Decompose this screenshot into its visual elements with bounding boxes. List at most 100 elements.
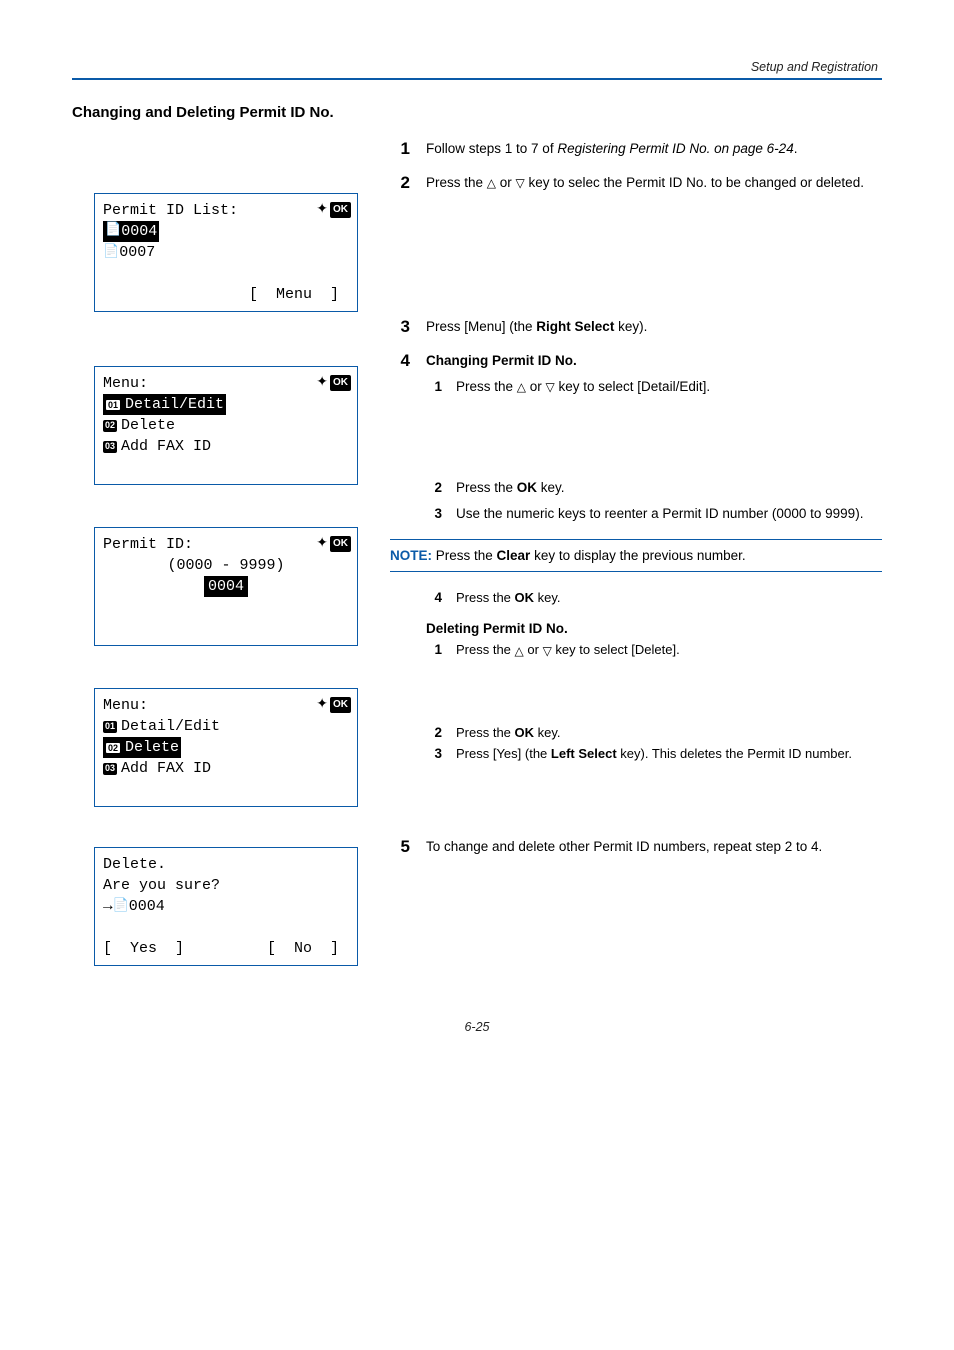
page-number: 6-25	[72, 1020, 882, 1034]
triangle-down-icon: ▽	[546, 381, 555, 393]
lcd5-no-softkey: [ No ]	[267, 938, 349, 960]
arrows-icon: ✦	[316, 200, 328, 220]
step-body: Press the △ or ▽ key to selec the Permit…	[426, 173, 882, 193]
note-b: key to display the previous number.	[530, 548, 745, 563]
lcd4-title: Menu:	[103, 695, 148, 717]
substep-number: 2	[426, 478, 442, 498]
step3-b: key).	[614, 319, 647, 334]
substep-body: Press the OK key.	[456, 478, 882, 498]
step1-ref: Registering Permit ID No. on page 6-24	[557, 141, 793, 156]
item-num: 02	[103, 420, 117, 432]
lcd5-line3-text: 0004	[129, 896, 165, 918]
step-body: Press [Menu] (the Right Select key).	[426, 317, 882, 337]
sub1-a: Press the	[456, 379, 517, 394]
sub2-bold: OK	[517, 480, 537, 495]
lcd2-item3-text: Add FAX ID	[121, 436, 211, 458]
lcd-menu-delete: ✦ OK Menu: 01 Detail/Edit 02Delete 03 Add …	[94, 688, 358, 807]
arrows-icon: ✦	[316, 373, 328, 393]
substep-number: 3	[426, 746, 442, 761]
lcd5-yes-softkey: [ Yes ]	[103, 938, 184, 960]
lcd2-item1: 01 Detail/Edit	[103, 394, 226, 416]
substep-number: 1	[426, 642, 442, 657]
nav-ok-icon: ✦ OK	[316, 373, 351, 393]
lcd4-item2: 02Delete	[103, 737, 181, 759]
step1-post: .	[794, 141, 798, 156]
lcd-permit-id-input: ✦ OK Permit ID: (0000 - 9999) 0004	[94, 527, 358, 646]
arrows-dotted-icon: ✦	[316, 534, 328, 554]
substep-4-3: 3 Use the numeric keys to reenter a Perm…	[426, 504, 882, 524]
note-block: NOTE: Press the Clear key to display the…	[390, 539, 882, 572]
lcd-delete-confirm: Delete. Are you sure? →📄0004 [ Yes ] [ N…	[94, 847, 358, 966]
lcd3-range: (0000 - 9999)	[167, 555, 284, 577]
substep-number: 4	[426, 590, 442, 605]
ok-badge: OK	[330, 202, 351, 219]
step-4: 4 Changing Permit ID No. 1 Press the △ o…	[390, 351, 882, 529]
delete-heading: Deleting Permit ID No.	[426, 621, 882, 636]
substep-body: Press the OK key.	[456, 725, 882, 740]
ok-badge: OK	[330, 536, 351, 553]
sub4-bold: OK	[515, 590, 535, 605]
item-num: 03	[103, 763, 117, 775]
lcd5-line2: Are you sure?	[103, 875, 220, 897]
step3-bold: Right Select	[536, 319, 614, 334]
substep-del-2: 2 Press the OK key.	[426, 725, 882, 740]
item-num: 01	[105, 399, 121, 411]
item-num: 03	[103, 441, 117, 453]
triangle-up-icon: △	[517, 381, 526, 393]
nav-ok-icon: ✦ OK	[316, 200, 351, 220]
note-label: NOTE:	[390, 548, 432, 563]
doc-icon: 📄	[103, 243, 119, 262]
lcd4-item3-text: Add FAX ID	[121, 758, 211, 780]
nav-ok-icon: ✦ OK	[316, 695, 351, 715]
lcd2-title: Menu:	[103, 373, 148, 395]
substep-4-4: 4 Press the OK key.	[426, 590, 882, 605]
triangle-up-icon: △	[487, 177, 496, 189]
page-header: Setup and Registration	[72, 60, 882, 80]
substep-body: Press the OK key.	[456, 590, 882, 605]
doc-icon: 📄	[105, 221, 121, 240]
header-rule	[72, 78, 882, 80]
note-bold: Clear	[497, 548, 531, 563]
sub2-a: Press the	[456, 480, 517, 495]
lcd4-item1-text: Detail/Edit	[121, 716, 220, 738]
right-column: 1 Follow steps 1 to 7 of Registering Per…	[390, 139, 882, 871]
item-num: 02	[105, 742, 121, 754]
item-num: 01	[103, 721, 117, 733]
step4-continued: 4 Press the OK key. Deleting Permit ID N…	[390, 590, 882, 761]
triangle-down-icon: ▽	[516, 177, 525, 189]
sub4-b: key.	[534, 590, 561, 605]
ok-badge: OK	[330, 697, 351, 714]
step-number: 3	[390, 317, 410, 337]
substep-body: Press [Yes] (the Left Select key). This …	[456, 746, 882, 761]
step-2: 2 Press the △ or ▽ key to selec the Perm…	[390, 173, 882, 193]
step-1: 1 Follow steps 1 to 7 of Registering Per…	[390, 139, 882, 159]
del1-c: key to select [Delete].	[552, 642, 680, 657]
lcd1-menu-softkey: [ Menu ]	[249, 284, 339, 306]
step5-text: To change and delete other Permit ID num…	[426, 839, 822, 854]
lcd1-highlight-row: 📄0004	[103, 221, 159, 243]
sub3-text: Use the numeric keys to reenter a Permit…	[456, 506, 863, 521]
substep-del-1: 1 Press the △ or ▽ key to select [Delete…	[426, 642, 882, 657]
del1-a: Press the	[456, 642, 515, 657]
step-body: To change and delete other Permit ID num…	[426, 837, 882, 857]
section-title: Changing and Deleting Permit ID No.	[72, 104, 882, 121]
substep-4-1: 1 Press the △ or ▽ key to select [Detail…	[426, 377, 882, 397]
substep-body: Press the △ or ▽ key to select [Delete].	[456, 642, 882, 657]
lcd5-line1: Delete.	[103, 854, 166, 876]
arrows-icon: ✦	[316, 695, 328, 715]
step2-b: or	[496, 175, 516, 190]
step2-c: key to selec the Permit ID No. to be cha…	[525, 175, 864, 190]
lcd1-row2-text: 0007	[119, 242, 155, 264]
del3-a: Press [Yes] (the	[456, 746, 551, 761]
sub2-b: key.	[537, 480, 565, 495]
step-5: 5 To change and delete other Permit ID n…	[390, 837, 882, 857]
sub1-c: key to select [Detail/Edit].	[555, 379, 710, 394]
substep-4-2: 2 Press the OK key.	[426, 478, 882, 498]
triangle-down-icon: ▽	[543, 645, 552, 657]
doc-icon: 📄	[113, 897, 129, 916]
triangle-up-icon: △	[515, 645, 524, 657]
step3-a: Press [Menu] (the	[426, 319, 536, 334]
lcd-permit-id-list: ✦ OK Permit ID List: 📄0004 📄0007 [ Menu …	[94, 193, 358, 312]
del2-bold: OK	[515, 725, 535, 740]
lcd2-item1-text: Detail/Edit	[125, 396, 224, 413]
